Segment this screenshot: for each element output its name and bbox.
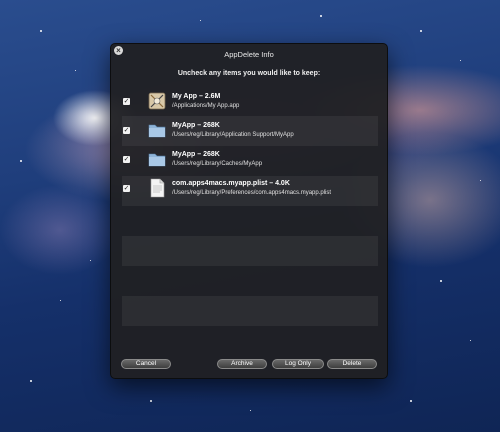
window-titlebar: × AppDelete Info — [111, 44, 387, 59]
item-checkbox[interactable]: ✓ — [123, 156, 130, 163]
instruction-text: Uncheck any items you would like to keep… — [177, 70, 321, 77]
item-path: /Users/reg/Library/Application Support/M… — [172, 132, 294, 138]
app-icon — [147, 91, 167, 111]
item-path: /Applications/My App.app — [172, 103, 240, 109]
item-name: MyApp – 268K — [172, 151, 220, 158]
list-stripe — [122, 296, 378, 326]
archive-button[interactable]: Archive — [217, 359, 267, 369]
item-path: /Users/reg/Library/Caches/MyApp — [172, 161, 263, 167]
item-checkbox[interactable]: ✓ — [123, 98, 130, 105]
folder-icon — [147, 120, 167, 140]
plist-file-icon — [147, 178, 167, 198]
item-checkbox[interactable]: ✓ — [123, 185, 130, 192]
item-name: My App – 2.6M — [172, 93, 221, 100]
list-item[interactable]: ✓ MyApp – 268K /Users/reg/Library/Caches… — [123, 145, 377, 174]
item-name: com.apps4macs.myapp.plist – 4.0K — [172, 180, 290, 187]
cancel-button[interactable]: Cancel — [121, 359, 171, 369]
folder-icon — [147, 149, 167, 169]
item-path: /Users/reg/Library/Preferences/com.apps4… — [172, 190, 332, 196]
list-item[interactable]: ✓ MyApp – 268K /Users/reg/Library/Applic… — [123, 116, 377, 145]
log-only-button[interactable]: Log Only — [272, 359, 324, 369]
close-icon[interactable]: × — [114, 46, 123, 55]
window-title: AppDelete Info — [224, 50, 274, 59]
delete-button[interactable]: Delete — [327, 359, 377, 369]
list-stripe — [122, 236, 378, 266]
item-checkbox[interactable]: ✓ — [123, 127, 130, 134]
list-item[interactable]: ✓ My App – 2.6M /Applications/My App.app — [123, 87, 377, 116]
list-item[interactable]: ✓ com.apps4macs.myapp.plist – 4.0K /User… — [123, 174, 377, 203]
appdelete-info-window: × AppDelete Info Uncheck any items you w… — [110, 43, 388, 379]
item-name: MyApp – 268K — [172, 122, 220, 129]
